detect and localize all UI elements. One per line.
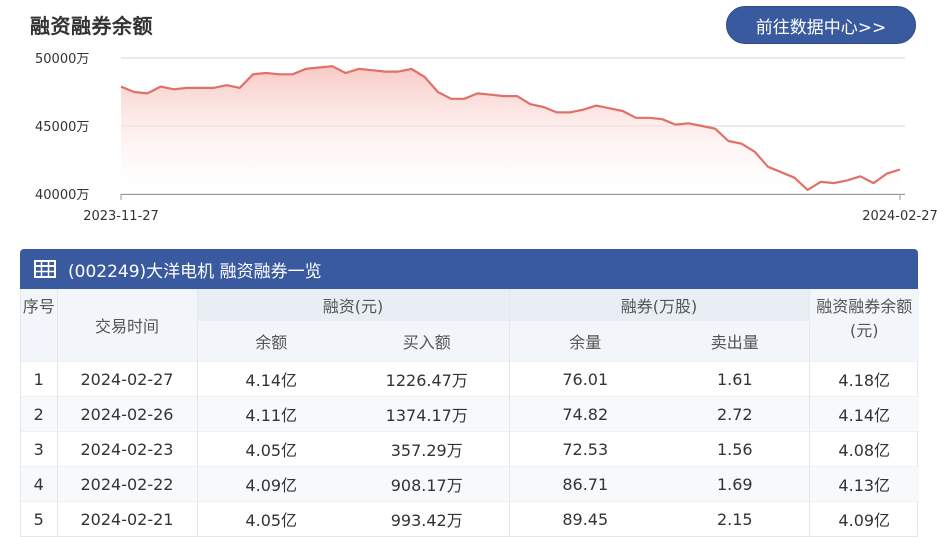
cell-date: 2024-02-22 — [56, 466, 197, 502]
data-center-button[interactable]: 前往数据中心>> — [726, 6, 916, 44]
cell-sec-sell: 2.72 — [661, 396, 809, 432]
cell-fin-buy: 357.29万 — [345, 431, 509, 467]
cell-sec-sell: 1.69 — [661, 466, 809, 502]
cell-sec-balance: 72.53 — [508, 431, 661, 467]
col-sec-sell: 卖出量 — [661, 321, 809, 362]
cell-sec-sell: 1.61 — [661, 361, 809, 397]
col-securities: 融券(万股) — [508, 289, 809, 321]
cell-sec-balance: 76.01 — [508, 361, 661, 397]
cell-date: 2024-02-21 — [56, 501, 197, 536]
col-sec-balance: 余量 — [508, 321, 661, 362]
cell-date: 2024-02-26 — [56, 396, 197, 432]
cell-sec-sell: 2.15 — [661, 501, 809, 536]
margin-balance-chart: 40000万 45000万 50000万 2023-11-27 2024-02-27 — [35, 52, 937, 224]
cell-fin-buy: 1226.47万 — [345, 361, 509, 397]
cell-fin-balance: 4.05亿 — [196, 431, 345, 467]
cell-sec-balance: 86.71 — [508, 466, 661, 502]
table-row: 1 2024-02-27 4.14亿 1226.47万 76.01 1.61 4… — [21, 361, 919, 397]
table-row: 5 2024-02-21 4.05亿 993.42万 89.45 2.15 4.… — [21, 501, 919, 536]
cell-sec-balance: 89.45 — [508, 501, 661, 536]
table-title: (002249)大洋电机 融资融券一览 — [68, 261, 322, 282]
col-financing: 融资(元) — [196, 289, 509, 321]
cell-index: 1 — [21, 361, 57, 397]
x-tick-label: 2023-11-27 — [83, 209, 159, 224]
col-fin-buy: 买入额 — [345, 321, 509, 362]
col-index: 序号 — [21, 289, 57, 362]
cell-fin-balance: 4.11亿 — [196, 396, 345, 432]
cell-index: 4 — [21, 466, 57, 502]
cell-total: 4.13亿 — [808, 466, 919, 502]
col-date: 交易时间 — [56, 289, 197, 362]
cell-index: 5 — [21, 501, 57, 536]
table-row: 2 2024-02-26 4.11亿 1374.17万 74.82 2.72 4… — [21, 396, 919, 432]
table-row: 4 2024-02-22 4.09亿 908.17万 86.71 1.69 4.… — [21, 466, 919, 502]
y-tick-label: 40000万 — [35, 188, 89, 203]
table-header-bar: (002249)大洋电机 融资融券一览 — [20, 249, 918, 289]
cell-date: 2024-02-23 — [56, 431, 197, 467]
cell-fin-balance: 4.09亿 — [196, 466, 345, 502]
cell-index: 2 — [21, 396, 57, 432]
cell-total: 4.18亿 — [808, 361, 919, 397]
y-tick-label: 45000万 — [35, 120, 89, 135]
col-fin-balance: 余额 — [196, 321, 345, 362]
chart-title: 融资融券余额 — [30, 14, 153, 38]
table-grid-icon — [34, 260, 56, 278]
cell-date: 2024-02-27 — [56, 361, 197, 397]
y-tick-label: 50000万 — [35, 52, 89, 67]
cell-total: 4.14亿 — [808, 396, 919, 432]
cell-total: 4.08亿 — [808, 431, 919, 467]
cell-sec-balance: 74.82 — [508, 396, 661, 432]
cell-fin-balance: 4.05亿 — [196, 501, 345, 536]
col-total: 融资融券余额(元) — [808, 289, 919, 362]
margin-table-panel: (002249)大洋电机 融资融券一览 序号 交易时间 融资(元) 融券(万股)… — [20, 249, 919, 537]
cell-fin-balance: 4.14亿 — [196, 361, 345, 397]
table-row: 3 2024-02-23 4.05亿 357.29万 72.53 1.56 4.… — [21, 431, 919, 467]
area-fill — [121, 66, 900, 194]
cell-index: 3 — [21, 431, 57, 467]
cell-fin-buy: 993.42万 — [345, 501, 509, 536]
cell-fin-buy: 908.17万 — [345, 466, 509, 502]
x-tick-label: 2024-02-27 — [862, 209, 937, 224]
cell-total: 4.09亿 — [808, 501, 919, 536]
margin-table: 序号 交易时间 融资(元) 融券(万股) 融资融券余额(元) 余额 买入额 余量… — [21, 289, 919, 536]
cell-fin-buy: 1374.17万 — [345, 396, 509, 432]
cell-sec-sell: 1.56 — [661, 431, 809, 467]
